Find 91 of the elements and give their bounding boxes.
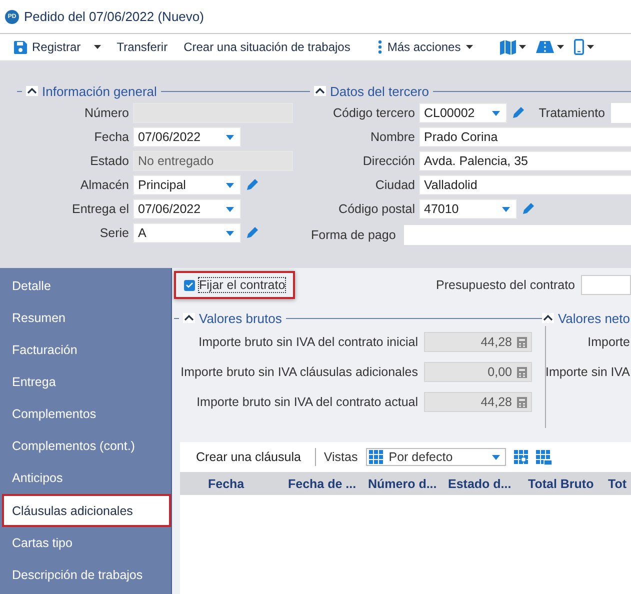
sidebar-item[interactable]: Complementos (cont.) [0, 430, 171, 462]
toolbar-button[interactable]: Crear una situación de trabajos [176, 35, 358, 59]
column-header[interactable]: Tot [606, 476, 627, 490]
field-label: Número [84, 106, 129, 120]
sidebar-item[interactable]: Complementos [0, 398, 171, 430]
column-header[interactable]: Total Bruto [526, 476, 606, 490]
collapse-icon[interactable] [183, 313, 195, 323]
calculator-icon [517, 336, 527, 348]
input-field[interactable]: Prado Corina [419, 127, 631, 147]
more-actions-button[interactable]: Más acciones [370, 35, 481, 59]
field-label: Almacén [79, 178, 129, 192]
caret-icon [226, 206, 234, 212]
field-label: Código tercero [332, 106, 415, 120]
field-label: Ciudad [374, 178, 415, 192]
field-label: Nombre [370, 130, 415, 144]
views-select[interactable]: Por defecto [366, 448, 506, 466]
column-header[interactable]: Número d... [366, 476, 446, 490]
sidebar-item[interactable]: Descripción de trabajos [0, 559, 171, 591]
caret-icon [502, 206, 510, 212]
sidebar-item[interactable]: Cartas tipo [0, 527, 171, 559]
field-label: Importe sin IVA [545, 365, 630, 379]
field-label: Forma de pago [311, 228, 396, 242]
grid-export-icon[interactable] [536, 450, 552, 464]
date-field[interactable]: 07/06/2022 [133, 199, 241, 219]
field-label: Serie [98, 226, 129, 240]
column-header[interactable]: Estado d... [446, 476, 526, 490]
sidebar-item[interactable]: Detalle [0, 270, 171, 302]
caret-icon [492, 110, 500, 116]
field-label: Estado [89, 154, 129, 168]
select-field[interactable]: A [133, 223, 241, 243]
field-label: Importe bruto sin IVA cláusulas adicionales [180, 365, 418, 379]
create-clause-button[interactable]: Crear una cláusula [196, 450, 301, 464]
amount-field: 44,28 [424, 332, 532, 352]
check-icon [186, 282, 193, 288]
calculator-icon [517, 366, 527, 378]
sidebar-item[interactable]: Anticipos [0, 462, 171, 494]
select-field[interactable]: Principal [133, 175, 241, 195]
input-field[interactable] [611, 103, 631, 123]
grid-settings-icon[interactable] [514, 450, 528, 464]
field-label: Fecha [93, 130, 129, 144]
field-label: Tratamiento [538, 106, 605, 120]
checkbox-label[interactable]: Fijar el contrato [199, 278, 286, 292]
column-header[interactable]: Fecha [206, 476, 286, 490]
select-field[interactable]: 47010 [419, 199, 517, 219]
section-title: Datos del tercero [330, 84, 429, 98]
date-field[interactable]: 07/06/2022 [133, 127, 241, 147]
save-button[interactable]: Registrar [6, 35, 109, 59]
sidebar-item[interactable]: Cláusulas adicionales [2, 494, 171, 527]
collapse-icon[interactable] [542, 313, 554, 323]
field-label: Presupuesto del contrato [436, 278, 575, 292]
input-field[interactable] [404, 225, 631, 245]
field-label: Importe [588, 335, 630, 349]
caret-icon [492, 454, 500, 460]
select-field[interactable]: CL00002 [419, 103, 507, 123]
toolbar-button[interactable]: Transferir [108, 35, 176, 59]
caret-icon [226, 182, 234, 188]
sidebar-item[interactable]: Facturación [0, 334, 171, 366]
edit-icon[interactable] [245, 178, 259, 192]
field-label: Dirección [362, 154, 415, 168]
collapse-icon[interactable] [26, 86, 38, 96]
amount-field: 44,28 [424, 392, 532, 412]
save-icon [14, 40, 27, 54]
field-label: Entrega el [71, 202, 129, 216]
sidebar-item[interactable]: Resumen [0, 302, 171, 334]
grid-icon [368, 450, 383, 464]
edit-icon[interactable] [521, 202, 535, 216]
checkbox[interactable] [184, 280, 195, 290]
field-label: Importe bruto sin IVA del contrato actual [196, 395, 418, 409]
edit-icon[interactable] [245, 226, 259, 240]
section-title: Información general [42, 84, 157, 98]
calculator-icon [517, 396, 527, 408]
phone-icon [574, 39, 584, 55]
field-label: Código postal [338, 202, 415, 216]
caret-icon [226, 134, 234, 140]
input-field[interactable] [581, 275, 631, 295]
section-title: Valores brutos [199, 310, 282, 326]
field-label: Importe bruto sin IVA del contrato inicial [198, 335, 418, 349]
road-icon [536, 41, 554, 53]
window-title: Pedido del 07/06/2022 (Nuevo) [24, 9, 204, 24]
input-field[interactable]: Avda. Palencia, 35 [419, 151, 631, 171]
edit-icon[interactable] [510, 106, 525, 120]
more-icon [378, 40, 382, 54]
caret-icon [226, 230, 234, 236]
sidebar-item[interactable]: Entrega [0, 366, 171, 398]
collapse-icon[interactable] [314, 86, 326, 96]
input-field[interactable]: Valladolid [419, 175, 631, 195]
column-header[interactable]: Fecha de ... [286, 476, 366, 490]
section-title: Valores neto [558, 310, 630, 326]
field-label: Vistas [324, 450, 358, 464]
amount-field: 0,00 [424, 362, 532, 382]
map-icon [500, 40, 516, 54]
